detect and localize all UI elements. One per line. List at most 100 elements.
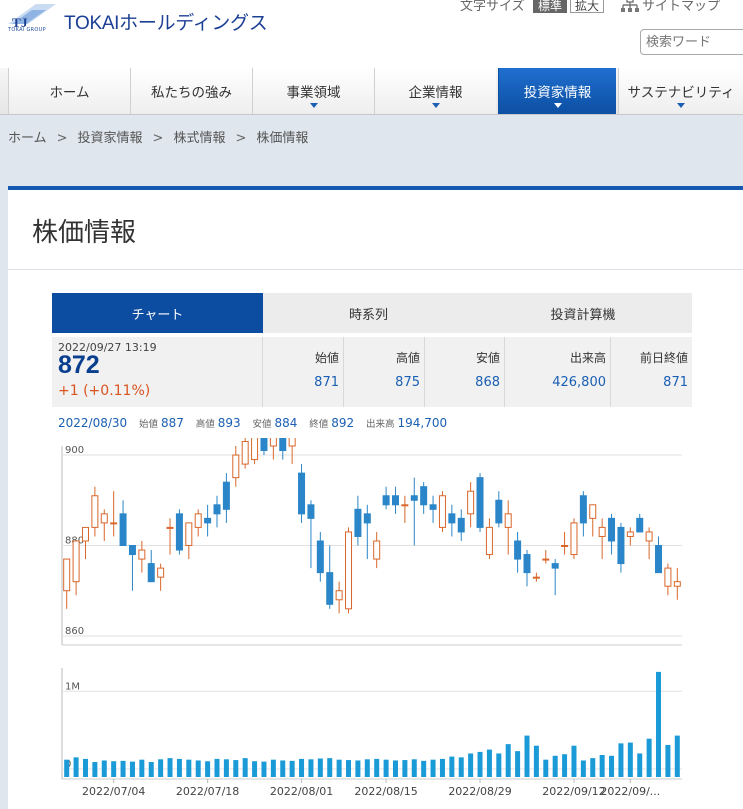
- candle-body: [523, 554, 531, 574]
- quote-label: 前日終値: [639, 351, 688, 365]
- quote-col-prev-close: 前日終値 871: [610, 337, 692, 407]
- nav-item-business[interactable]: 事業領域: [252, 68, 374, 114]
- volume-bar: [392, 760, 398, 777]
- quote-col-low: 安値 868: [424, 337, 504, 407]
- breadcrumb-item-home[interactable]: ホーム: [8, 127, 47, 146]
- nav-item-home[interactable]: ホーム: [8, 68, 130, 114]
- volume-bar: [252, 761, 258, 777]
- volume-bar: [167, 758, 173, 777]
- breadcrumb-item-investors[interactable]: 投資家情報: [78, 127, 143, 146]
- tab-investment-calculator[interactable]: 投資計算機: [474, 293, 692, 333]
- volume-bar: [430, 759, 436, 777]
- candle-body: [100, 513, 108, 524]
- volume-bar: [533, 745, 539, 777]
- breadcrumb: ホーム > 投資家情報 > 株式情報 > 株価情報: [8, 127, 308, 146]
- ohlc-low-label: 安値: [252, 419, 272, 430]
- date-tick-label: 2022/09/12: [542, 785, 605, 798]
- candle-body: [438, 495, 446, 528]
- volume-bar: [627, 742, 633, 777]
- candle-body: [204, 517, 212, 524]
- sitemap-icon[interactable]: [620, 0, 640, 14]
- site-header: T J TOKAI GROUP TOKAIホールディングス 文字サイズ 標準 拡…: [0, 0, 743, 68]
- candle-body: [467, 490, 475, 515]
- nav-item-label: 企業情報: [408, 85, 463, 101]
- nav-item-company[interactable]: 企業情報: [374, 68, 496, 114]
- volume-bar: [299, 758, 305, 777]
- candle-body: [589, 504, 597, 519]
- ohlc-high-value: 893: [217, 416, 241, 430]
- volume-bar: [477, 751, 483, 777]
- candle-body: [579, 495, 587, 524]
- volume-bar: [674, 735, 680, 777]
- candle-body: [401, 504, 409, 507]
- candle-body: [269, 438, 277, 447]
- ohlc-close-value: 892: [331, 416, 355, 430]
- logo-subtitle: TOKAI GROUP: [8, 27, 46, 33]
- candle-body: [147, 563, 155, 583]
- volume-bar: [599, 755, 605, 777]
- candle-body: [307, 504, 315, 519]
- candle-body: [561, 545, 569, 547]
- volume-bar: [280, 760, 286, 777]
- fontsize-label: 文字サイズ: [460, 0, 525, 14]
- volume-bar: [129, 761, 135, 777]
- candle-body: [166, 526, 174, 529]
- ohlc-open-value: 887: [161, 416, 184, 430]
- candle-body: [175, 513, 183, 551]
- volume-bar: [336, 759, 342, 777]
- stock-chart[interactable]: 9008808601M02022/07/042022/07/182022/08/…: [52, 438, 692, 809]
- volume-bar: [355, 760, 361, 777]
- candle-body: [335, 590, 343, 601]
- candle-body: [119, 513, 127, 547]
- volume-bar: [148, 762, 154, 777]
- candle-body: [673, 581, 681, 587]
- candle-body: [72, 540, 80, 583]
- candle-body: [316, 540, 324, 574]
- volume-bar: [64, 759, 70, 777]
- candle-body: [251, 438, 259, 461]
- nav-item-strengths[interactable]: 私たちの強み: [130, 68, 252, 114]
- candle-body: [532, 576, 540, 579]
- quote-value: 871: [663, 375, 688, 390]
- nav-item-label: 事業領域: [286, 85, 341, 101]
- volume-bar: [176, 758, 182, 777]
- quote-col-high: 高値 875: [343, 337, 424, 407]
- fontsize-large-button[interactable]: 拡大: [570, 0, 605, 13]
- candle-body: [391, 495, 399, 506]
- search-input[interactable]: [640, 29, 743, 55]
- candle-body: [63, 558, 71, 592]
- volume-bar: [439, 758, 445, 777]
- volume-bar: [308, 759, 314, 777]
- breadcrumb-separator: >: [235, 131, 247, 146]
- candle-body: [363, 513, 371, 524]
- volume-bar: [618, 743, 624, 777]
- quote-label: 安値: [475, 351, 500, 365]
- quote-label: 出来高: [569, 351, 606, 365]
- volume-tick-label: 1M: [65, 681, 80, 692]
- fontsize-standard-button[interactable]: 標準: [533, 0, 568, 13]
- candle-body: [157, 567, 165, 578]
- logo-wordmark[interactable]: TOKAIホールディングス: [64, 8, 268, 35]
- volume-bar: [111, 761, 117, 777]
- candle-body: [288, 438, 296, 447]
- volume-bar: [562, 754, 568, 777]
- breadcrumb-item-stock[interactable]: 株式情報: [173, 127, 225, 146]
- volume-bar: [543, 759, 549, 777]
- ohlc-close-label: 終値: [309, 419, 329, 430]
- sitemap-link[interactable]: サイトマップ: [642, 0, 720, 14]
- candle-body: [551, 563, 559, 569]
- tab-chart[interactable]: チャート: [52, 293, 263, 333]
- nav-item-investors[interactable]: 投資家情報: [498, 68, 616, 114]
- candle-body: [110, 522, 118, 525]
- volume-bar: [590, 758, 596, 777]
- candle-body: [514, 540, 522, 560]
- volume-bar: [656, 671, 662, 777]
- nav-item-sustainability[interactable]: サステナビリティ: [618, 68, 743, 114]
- tab-timeseries[interactable]: 時系列: [263, 293, 474, 333]
- volume-bar: [552, 755, 558, 777]
- quote-col-volume: 出来高 426,800: [504, 337, 610, 407]
- candle-body: [664, 567, 672, 587]
- volume-bar: [421, 760, 427, 777]
- candle-body: [354, 508, 362, 537]
- candle-body: [185, 522, 193, 546]
